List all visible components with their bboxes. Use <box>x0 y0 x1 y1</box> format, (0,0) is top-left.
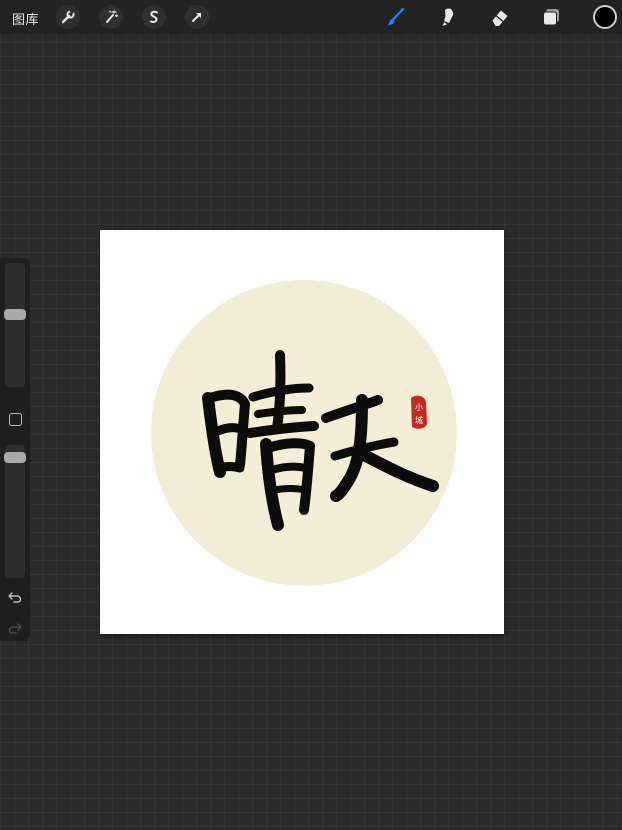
seal-text-top: 小 <box>415 403 423 412</box>
background-circle <box>151 280 457 586</box>
opacity-thumb[interactable] <box>4 452 26 463</box>
gallery-button[interactable]: 图库 <box>12 9 39 28</box>
brush-size-thumb[interactable] <box>4 309 26 320</box>
seal-text-bottom: 城 <box>415 416 423 425</box>
layers-icon[interactable] <box>540 5 564 29</box>
eraser-icon[interactable] <box>488 5 512 29</box>
drawing-canvas[interactable]: 小 城 <box>100 230 504 634</box>
top-toolbar: 图库 <box>0 0 622 34</box>
brush-icon[interactable] <box>384 5 408 29</box>
seal-stamp: 小 城 <box>411 395 427 429</box>
brush-size-slider[interactable] <box>4 263 26 387</box>
selection-s-icon[interactable] <box>142 5 166 29</box>
undo-icon[interactable] <box>7 589 23 605</box>
wrench-icon[interactable] <box>56 5 80 29</box>
sidebar <box>0 258 30 641</box>
redo-icon[interactable] <box>7 620 23 636</box>
smudge-icon[interactable] <box>436 5 460 29</box>
square-modifier-icon[interactable] <box>9 413 22 426</box>
arrow-cursor-icon[interactable] <box>185 5 209 29</box>
color-picker-button[interactable] <box>593 5 617 29</box>
magic-wand-icon[interactable] <box>99 5 123 29</box>
artwork: 小 城 <box>151 280 457 586</box>
opacity-slider[interactable] <box>4 445 26 578</box>
